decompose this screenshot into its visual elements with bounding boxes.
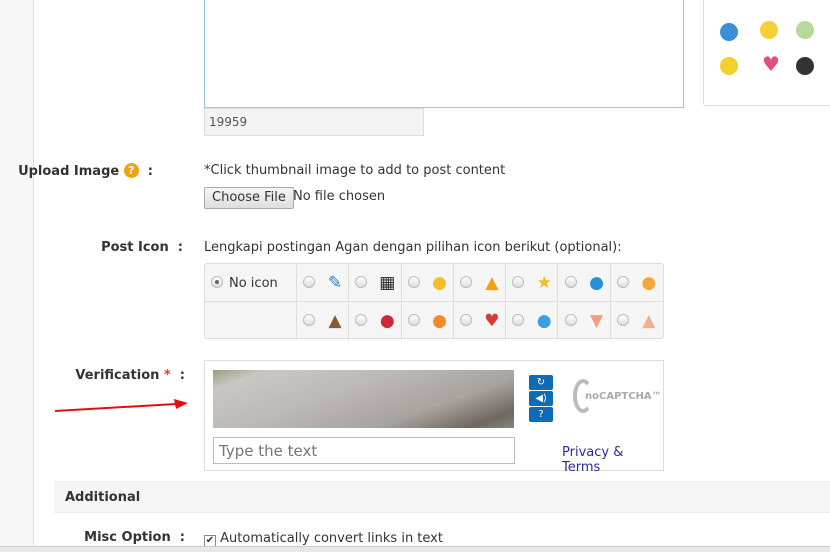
emoticon[interactable] [760,21,778,39]
post-icon-option[interactable]: ● [402,302,454,340]
post-icon-option[interactable]: ● [349,302,402,340]
red-arrow-annotation [54,399,188,412]
clown-face-icon: ● [379,311,395,331]
post-icon-radio[interactable] [616,314,629,326]
poop-icon: ▲ [328,311,342,331]
post-icon-option[interactable]: ✎ [297,264,350,302]
warning-icon: ▲ [485,273,499,293]
heart-emoticon[interactable]: ♥ [762,54,780,74]
post-icon-option[interactable]: ▲ [611,302,663,340]
thumbs-up-icon: ▲ [642,311,656,331]
post-icon-option[interactable]: ● [558,264,611,302]
upload-image-label: Upload Image ? : [18,163,153,179]
cool-face-icon: ● [589,273,604,293]
post-icon-radio[interactable] [459,314,472,326]
emoticon[interactable] [720,23,738,41]
post-icon-option[interactable]: ▦ [349,264,402,302]
post-icon-option[interactable]: ▼ [559,302,611,340]
thumbs-down-icon: ▼ [589,311,604,331]
no-icon-option[interactable]: No icon [205,264,297,302]
post-icon-option[interactable]: ♥ [454,302,507,340]
recaptcha-brand: noCAPTCHA™ [585,391,662,402]
smile-face-icon: ● [641,273,657,293]
post-icon-radio[interactable] [355,314,368,326]
grin-face-icon: ● [536,311,552,331]
post-icon-radio[interactable] [512,314,525,326]
refresh-icon[interactable]: ↻ [529,375,553,390]
post-icon-radio[interactable] [407,276,420,288]
post-icon-option[interactable]: ● [401,264,454,302]
post-icon-radio[interactable] [564,314,577,326]
radio-no-icon[interactable] [211,276,223,288]
char-counter: 19959 [204,108,424,136]
audio-icon[interactable]: ◀) [529,391,553,406]
post-icon-label: Post Icon : [101,240,183,255]
post-icon-radio[interactable] [303,314,315,326]
emoticon[interactable] [720,57,738,75]
help-icon[interactable]: ? [123,163,139,178]
captcha-input[interactable] [213,437,515,464]
post-icon-option[interactable]: ★ [506,264,559,302]
captcha-image [213,370,514,428]
post-icon-radio[interactable] [616,276,629,288]
post-icon-radio[interactable] [512,276,525,288]
privacy-terms-link[interactable]: Privacy & Terms [562,445,663,475]
laugh-face-icon: ● [432,311,448,331]
horizontal-scrollbar[interactable] [0,546,830,552]
emoticon[interactable] [796,57,814,75]
left-gutter [0,0,34,552]
captcha-widget: ↻ ◀) ? noCAPTCHA™ Privacy & Terms [204,360,664,475]
post-icon-radio[interactable] [303,276,315,288]
post-icon-option[interactable]: ▲ [297,302,350,340]
emoticon[interactable] [796,21,814,39]
post-icon-radio[interactable] [407,314,420,326]
choose-file-button[interactable]: Choose File [204,187,294,209]
post-icon-option[interactable]: ▲ [453,264,507,302]
star-icon: ★ [536,273,552,293]
pencil-icon: ✎ [327,273,343,293]
heart-icon: ♥ [484,311,500,331]
empty-cell [205,302,297,340]
message-textarea[interactable] [204,0,684,108]
auto-links-label: Automatically convert links in text [220,531,443,546]
post-icon-radio[interactable] [355,276,368,288]
misc-option-label: Misc Option : [84,530,185,545]
help-icon[interactable]: ? [529,407,553,422]
file-status: No file chosen [293,189,386,204]
emoticon-panel: ♥ [703,0,830,106]
post-icon-table: No icon ✎ ▦ ● ▲ ★ ● ● ▲ ● ● ♥ ● ▼ ▲ [204,263,664,340]
lightbulb-icon: ● [432,273,448,293]
post-icon-option[interactable]: ● [610,264,664,302]
verification-label: Verification * : [75,368,185,383]
no-icon-label: No icon [229,276,278,291]
post-icon-radio[interactable] [459,276,472,288]
auto-links-option[interactable]: ✔ Automatically convert links in text [204,531,443,547]
additional-section-header: Additional [54,481,830,513]
post-icon-radio[interactable] [564,276,577,288]
post-icon-hint: Lengkapi postingan Agan dengan pilihan i… [204,240,622,255]
clapper-icon: ▦ [379,273,396,293]
upload-hint: *Click thumbnail image to add to post co… [204,163,506,178]
post-icon-option[interactable]: ● [506,302,559,340]
